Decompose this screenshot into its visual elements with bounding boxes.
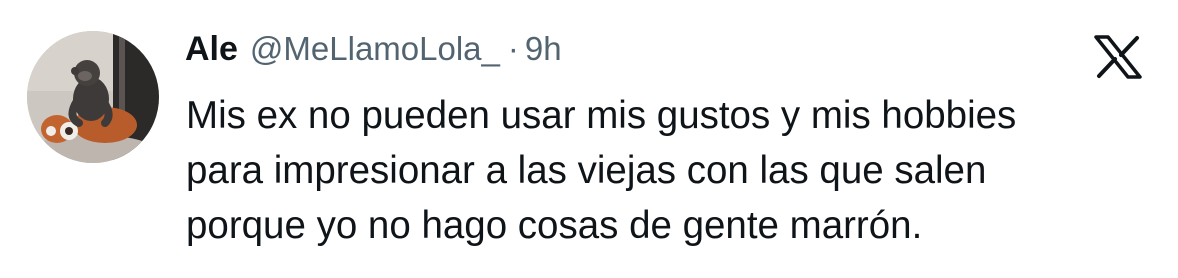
x-logo-icon[interactable]	[1090, 35, 1146, 79]
tweet-text-line: porque yo no hago cosas de gente marrón.	[186, 204, 923, 247]
display-name[interactable]: Ale	[185, 30, 238, 69]
tweet-header: Ale @MeLlamoLola_ · 9h	[185, 30, 562, 80]
tweet-text-line: Mis ex no pueden usar mis gustos y mis h…	[186, 94, 1017, 137]
tweet-text: Mis ex no pueden usar mis gustos y mis h…	[186, 88, 1166, 253]
avatar[interactable]	[27, 31, 159, 163]
user-handle[interactable]: @MeLlamoLola_	[250, 30, 500, 68]
tweet-text-line: para impresionar a las viejas con las qu…	[186, 149, 987, 192]
timestamp[interactable]: 9h	[525, 30, 562, 68]
avatar-photo-icon	[27, 31, 159, 163]
tweet-card: Ale @MeLlamoLola_ · 9h Mis ex no pueden …	[0, 0, 1178, 278]
separator-dot: ·	[507, 30, 519, 67]
